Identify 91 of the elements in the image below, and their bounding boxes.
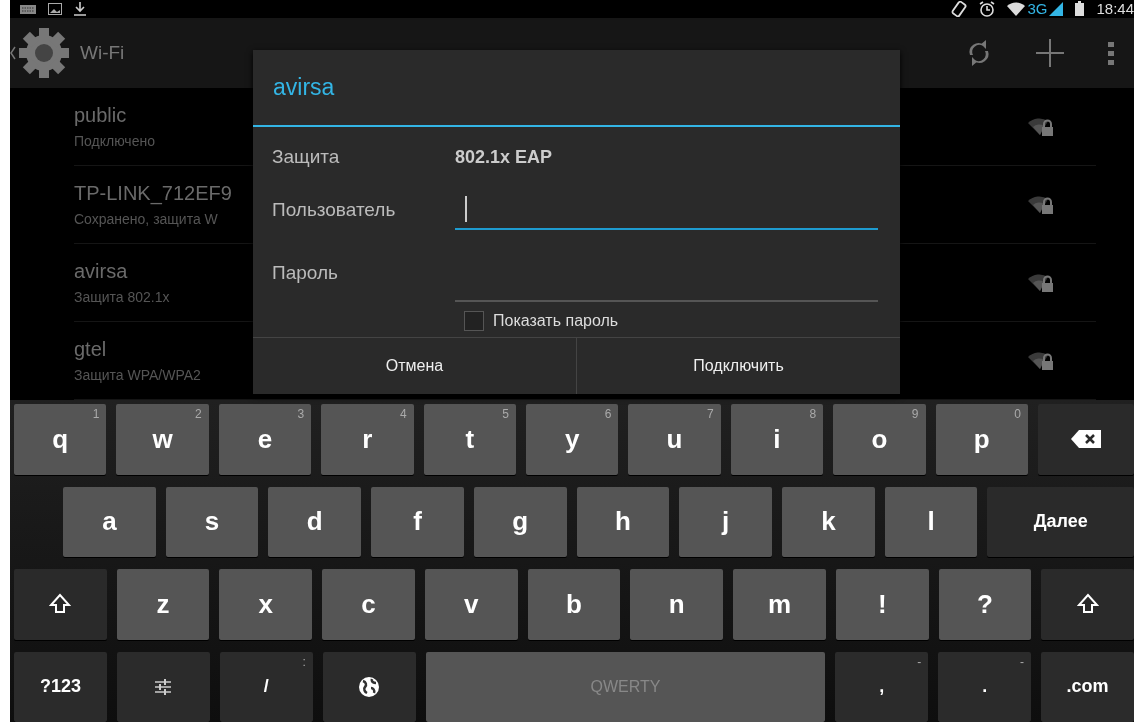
- checkbox-label: Показать пароль: [493, 312, 619, 330]
- keyboard-key[interactable]: q 1: [14, 404, 107, 475]
- keyboard-key[interactable]: k: [782, 486, 875, 557]
- keyboard-key[interactable]: r 4: [321, 404, 414, 475]
- key-hint: 9: [911, 407, 919, 421]
- dialog-title: avirsa: [253, 50, 900, 127]
- keyboard-key[interactable]: z: [116, 569, 210, 640]
- keyboard-key[interactable]: / :: [219, 651, 313, 722]
- wifi-lock-icon: [1028, 194, 1054, 215]
- back-caret-icon[interactable]: [10, 45, 16, 60]
- keyboard-key[interactable]: !: [835, 569, 929, 640]
- overflow-menu-icon[interactable]: [1108, 39, 1114, 66]
- clock-time: 18:44: [1096, 0, 1134, 18]
- keyboard-key[interactable]: a: [63, 486, 156, 557]
- keyboard-key[interactable]: n: [630, 569, 724, 640]
- network-status: Защита 802.1x: [74, 289, 170, 305]
- keyboard-key[interactable]: x: [219, 569, 313, 640]
- key-hint: 4: [399, 407, 407, 421]
- key-hint: 5: [502, 407, 509, 421]
- field-label: Защита: [272, 146, 341, 168]
- text-cursor: [465, 196, 467, 222]
- backspace-icon: [1070, 430, 1101, 449]
- wifi-icon: [1007, 1, 1026, 16]
- keyboard-key[interactable]: t 5: [423, 404, 516, 475]
- key-hint: -: [917, 654, 922, 669]
- field-label: Пользователь: [272, 199, 397, 221]
- keyboard-key[interactable]: f: [371, 486, 464, 557]
- key-hint: 1: [92, 407, 100, 421]
- network-name: public: [74, 104, 128, 127]
- network-name: avirsa: [74, 260, 129, 283]
- keyboard-key[interactable]: . -: [938, 651, 1032, 722]
- battery-icon: [1075, 1, 1085, 17]
- download-icon: [74, 1, 86, 16]
- keyboard-key[interactable]: l: [884, 486, 978, 557]
- wifi-lock-icon: [1028, 272, 1054, 293]
- add-icon[interactable]: [1036, 38, 1064, 67]
- keyboard-key[interactable]: d: [268, 486, 362, 557]
- keyboard-key[interactable]: m: [733, 569, 826, 640]
- network-type: 3G: [1027, 0, 1048, 18]
- refresh-icon[interactable]: [966, 38, 992, 67]
- network-status: Подключено: [74, 133, 155, 149]
- keyboard-key[interactable]: p 0: [935, 404, 1028, 475]
- sliders-icon: [153, 677, 174, 696]
- keyboard-key[interactable]: o 9: [833, 404, 926, 475]
- wifi-lock-icon: [1028, 350, 1054, 371]
- backspace-key[interactable]: [1037, 404, 1134, 475]
- key-hint: -: [1020, 654, 1025, 669]
- keyboard-key[interactable]: i 8: [730, 404, 824, 475]
- keyboard-key[interactable]: .com: [1041, 651, 1134, 722]
- key-hint: 8: [809, 407, 817, 421]
- dialog-button[interactable]: Подключить: [576, 338, 900, 394]
- keyboard-key[interactable]: h: [576, 486, 670, 557]
- field-label: Пароль: [272, 262, 339, 284]
- image-icon: [48, 2, 62, 15]
- keyboard-icon: [20, 2, 36, 15]
- dialog-button[interactable]: Отмена: [253, 338, 576, 394]
- key-hint: 0: [1014, 407, 1021, 421]
- key-hint: :: [302, 654, 306, 669]
- wifi-lock-icon: [1028, 116, 1054, 137]
- network-status: Сохранено, защита W: [74, 211, 219, 227]
- screen-title: Wi-Fi: [80, 41, 125, 64]
- keyboard-key[interactable]: j: [679, 486, 773, 557]
- alarm-icon: [979, 0, 996, 17]
- key-hint: 7: [707, 407, 714, 421]
- key-hint: 2: [195, 407, 202, 421]
- network-name: gtel: [74, 338, 108, 361]
- keyboard-key[interactable]: g: [473, 486, 567, 557]
- keyboard-key[interactable]: ?: [938, 569, 1032, 640]
- security-value: 802.1x EAP: [455, 146, 553, 168]
- keyboard-key[interactable]: , -: [835, 651, 929, 722]
- key-hint: 3: [297, 407, 305, 421]
- keyboard-key[interactable]: c: [322, 569, 415, 640]
- next-key[interactable]: Далее: [987, 486, 1134, 557]
- key-hint: 6: [604, 407, 612, 421]
- keyboard-key[interactable]: s: [165, 486, 259, 557]
- keyboard-key[interactable]: b: [527, 569, 621, 640]
- shift-icon: [1076, 593, 1099, 616]
- keyboard-key[interactable]: v: [424, 569, 518, 640]
- keyboard-key[interactable]: u 7: [628, 404, 721, 475]
- keyboard-key[interactable]: w 2: [116, 404, 209, 475]
- network-status: Защита WPA/WPA2: [74, 367, 201, 383]
- keyboard-key[interactable]: y 6: [525, 404, 619, 475]
- network-name: TP-LINK_712EF9: [74, 182, 232, 205]
- input-field[interactable]: [455, 194, 878, 230]
- globe-icon: [358, 675, 381, 698]
- rotate-phone-icon: [951, 0, 968, 17]
- globe-key[interactable]: [322, 651, 416, 722]
- shift-icon: [49, 593, 72, 616]
- checkbox[interactable]: [464, 311, 484, 331]
- keyboard-key[interactable]: ?123: [14, 651, 107, 722]
- keyboard-key[interactable]: e 3: [218, 404, 312, 475]
